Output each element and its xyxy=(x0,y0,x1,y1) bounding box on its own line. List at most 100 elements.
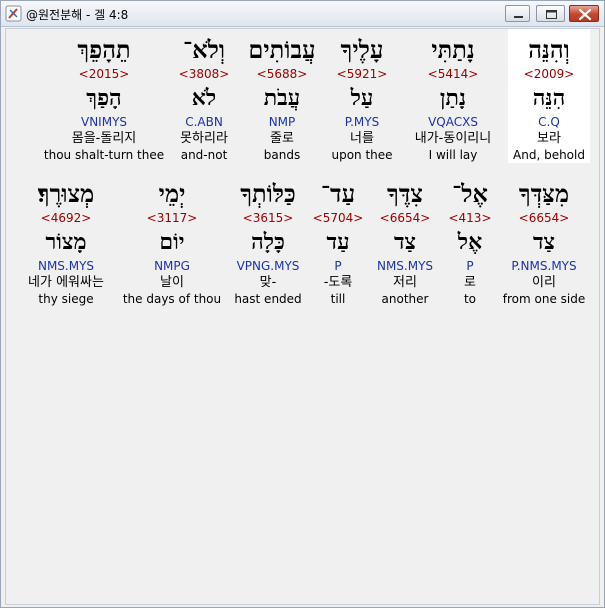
morphology-code: NMP xyxy=(268,115,296,129)
maximize-button[interactable] xyxy=(536,5,565,22)
korean-gloss: 몸을-돌리지 xyxy=(71,131,137,146)
morphology-code: VQACXS xyxy=(428,115,478,129)
lemma-word: לֹא xyxy=(191,85,217,111)
lemma-word: עַד xyxy=(326,229,350,255)
english-gloss: from one side xyxy=(502,292,586,306)
word-cell[interactable]: מִצַּדְּךָ <6654> צַד P.NMS.MYS 이리 from … xyxy=(500,177,588,307)
morphology-code: P xyxy=(334,259,342,273)
english-gloss: hast ended xyxy=(234,292,302,306)
word-cell[interactable]: מְצוּרֶךָ׃ <4692> מָצוֹר NMS.MYS 네가 에워싸는… xyxy=(14,177,118,307)
hebrew-word: מְצוּרֶךָ׃ xyxy=(37,179,95,208)
hebrew-word: וְלֹא־ xyxy=(183,35,225,64)
word-cell[interactable]: תֵהָפֵךְ <2015> הָפַךְ VNIMYS 몸을-돌리지 tho… xyxy=(42,29,166,163)
app-logo-icon xyxy=(5,5,22,22)
word-cell[interactable]: צִדֶּךָ <6654> צַד NMS.MYS 저리 another xyxy=(370,177,440,307)
word-cell[interactable]: עֲבוֹתִים <5688> עֲבֹת NMP 줄로 bands xyxy=(240,29,324,163)
minimize-button[interactable] xyxy=(505,5,530,22)
strong-number[interactable]: <5921> xyxy=(326,67,398,82)
lemma-word: אֶל xyxy=(457,229,483,255)
hebrew-word: נָתַתִּי xyxy=(431,35,475,64)
strong-number[interactable]: <2015> xyxy=(42,67,166,82)
strong-number[interactable]: <5414> xyxy=(408,67,498,82)
lemma-word: צַד xyxy=(393,229,417,255)
lemma-word: צַד xyxy=(532,229,556,255)
korean-gloss: 못하리라 xyxy=(180,131,228,146)
hebrew-word: צִדֶּךָ xyxy=(387,179,423,208)
title-bar[interactable]: @원전분해 - 겔 4:8 xyxy=(1,1,604,27)
word-cell[interactable]: וְהִנֵּה <2009> הִנֵּה C.Q 보라 And, behol… xyxy=(508,29,590,163)
morphology-code: C.Q xyxy=(538,115,560,129)
strong-number[interactable]: <3808> xyxy=(162,67,246,82)
morphology-code: P.MYS xyxy=(344,115,380,129)
verse-line-1: וְהִנֵּה <2009> הִנֵּה C.Q 보라 And, behol… xyxy=(6,29,601,169)
strong-number[interactable]: <4692> xyxy=(14,211,118,226)
maximize-icon xyxy=(546,10,557,19)
english-gloss: the days of thou xyxy=(122,292,222,306)
english-gloss: till xyxy=(330,292,346,306)
word-cell[interactable]: וְלֹא־ <3808> לֹא C.ABN 못하리라 and-not xyxy=(162,29,246,163)
minimize-icon xyxy=(514,16,523,18)
word-cell[interactable]: נָתַתִּי <5414> נָתַן VQACXS 내가-동이리니 I w… xyxy=(408,29,498,163)
hebrew-word: מִצַּדְּךָ xyxy=(518,179,570,208)
korean-gloss: 너를 xyxy=(350,131,374,146)
morphology-code: NMS.MYS xyxy=(37,259,95,273)
korean-gloss: 날이 xyxy=(160,275,184,290)
strong-number[interactable]: <5688> xyxy=(240,67,324,82)
english-gloss: bands xyxy=(263,148,301,162)
hebrew-word: כַּלּוֹתְךָ xyxy=(240,179,296,208)
korean-gloss: 줄로 xyxy=(270,131,294,146)
strong-number[interactable]: <413> xyxy=(442,211,498,226)
lemma-word: עֲבֹת xyxy=(263,85,301,111)
hebrew-word: תֵהָפֵךְ xyxy=(77,35,131,64)
korean-gloss: 네가 에워싸는 xyxy=(28,275,104,290)
word-cell[interactable]: יְמֵי <3117> יוֹם NMPG 날이 the days of th… xyxy=(120,177,224,307)
morphology-code: NMS.MYS xyxy=(376,259,434,273)
hebrew-word: יְמֵי xyxy=(158,179,186,208)
verse-line-2: מִצַּדְּךָ <6654> צַד P.NMS.MYS 이리 from … xyxy=(6,177,601,307)
hebrew-word: עַד־ xyxy=(320,179,356,208)
lemma-word: עַל xyxy=(350,85,374,111)
strong-number[interactable]: <6654> xyxy=(370,211,440,226)
close-button[interactable] xyxy=(569,5,599,22)
hebrew-word: עָלֶיךָ xyxy=(340,35,384,64)
strong-number[interactable]: <3615> xyxy=(226,211,310,226)
interlinear-panel: וְהִנֵּה <2009> הִנֵּה C.Q 보라 And, behol… xyxy=(5,28,600,605)
app-window: @원전분해 - 겔 4:8 וְהִנֵּה <2009> הִנֵּה C.Q… xyxy=(0,0,605,608)
hebrew-word: וְהִנֵּה xyxy=(528,35,570,64)
morphology-code: C.ABN xyxy=(185,115,223,129)
korean-gloss: 내가-동이리니 xyxy=(414,131,492,146)
lemma-word: יוֹם xyxy=(159,229,185,255)
english-gloss: to xyxy=(463,292,477,306)
korean-gloss: 보라 xyxy=(537,131,561,146)
morphology-code: VNIMYS xyxy=(80,115,128,129)
window-title: @원전분해 - 겔 4:8 xyxy=(26,8,129,22)
close-icon xyxy=(578,8,592,21)
strong-number[interactable]: <2009> xyxy=(508,67,590,82)
english-gloss: thou shalt-turn thee xyxy=(43,148,165,162)
lemma-word: מָצוֹר xyxy=(45,229,87,255)
english-gloss: and-not xyxy=(180,148,228,162)
morphology-code: NMPG xyxy=(154,259,190,273)
hebrew-word: אֶל־ xyxy=(452,179,488,208)
lemma-word: נָתַן xyxy=(439,85,467,111)
strong-number[interactable]: <5704> xyxy=(308,211,368,226)
korean-gloss: 로 xyxy=(464,275,476,290)
strong-number[interactable]: <3117> xyxy=(120,211,224,226)
korean-gloss: 맞- xyxy=(259,275,277,290)
strong-number[interactable]: <6654> xyxy=(500,211,588,226)
word-cell[interactable]: עָלֶיךָ <5921> עַל P.MYS 너를 upon thee xyxy=(326,29,398,163)
english-gloss: upon thee xyxy=(331,148,393,162)
english-gloss: I will lay xyxy=(428,148,478,162)
korean-gloss: 저리 xyxy=(393,275,417,290)
word-cell[interactable]: עַד־ <5704> עַד P -도록 till xyxy=(308,177,368,307)
word-cell[interactable]: אֶל־ <413> אֶל P 로 to xyxy=(442,177,498,307)
word-cell[interactable]: כַּלּוֹתְךָ <3615> כָּלָה VPNG.MYS 맞- ha… xyxy=(226,177,310,307)
korean-gloss: -도록 xyxy=(323,275,353,290)
lemma-word: הִנֵּה xyxy=(532,85,566,111)
morphology-code: P xyxy=(466,259,474,273)
lemma-word: כָּלָה xyxy=(251,229,285,255)
morphology-code: P.NMS.MYS xyxy=(511,259,577,273)
korean-gloss: 이리 xyxy=(532,275,556,290)
english-gloss: another xyxy=(381,292,429,306)
english-gloss: thy siege xyxy=(38,292,94,306)
